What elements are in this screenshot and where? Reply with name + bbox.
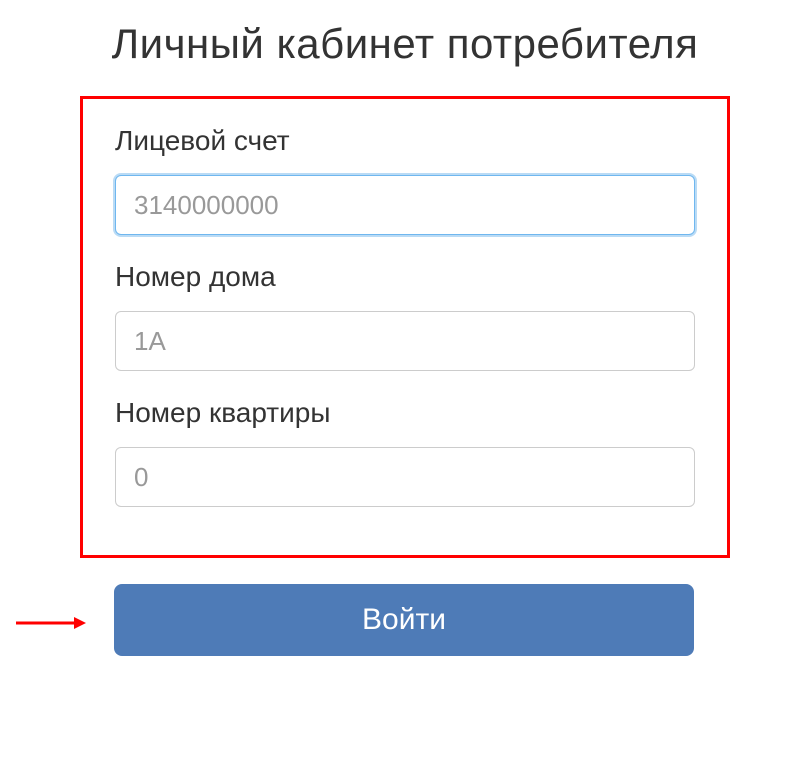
house-input[interactable] (115, 311, 695, 371)
account-input[interactable] (115, 175, 695, 235)
login-button[interactable]: Войти (114, 584, 694, 656)
arrow-right-icon (16, 616, 86, 628)
account-label: Лицевой счет (115, 125, 695, 157)
house-label: Номер дома (115, 261, 695, 293)
page-title: Личный кабинет потребителя (0, 0, 810, 96)
apartment-input[interactable] (115, 447, 695, 507)
apartment-label: Номер квартиры (115, 397, 695, 429)
login-form-highlight: Лицевой счет Номер дома Номер квартиры (80, 96, 730, 558)
